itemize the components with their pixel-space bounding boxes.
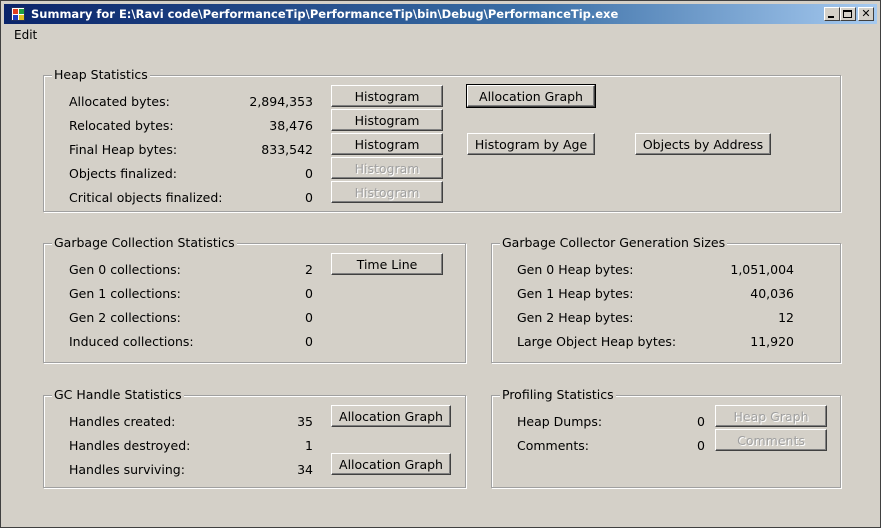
relocated-bytes-value: 38,476 [269,118,313,133]
gc-handle-statistics-title: GC Handle Statistics [52,387,184,402]
handles-surviving-value: 34 [297,462,313,477]
objects-by-address-button[interactable]: Objects by Address [635,133,771,155]
generation-sizes-title: Garbage Collector Generation Sizes [500,235,728,250]
induced-collections-value: 0 [305,334,313,349]
menu-edit[interactable]: Edit [14,28,37,42]
title-bar[interactable]: Summary for E:\Ravi code\PerformanceTip\… [4,4,877,24]
handles-surviving-allocation-graph-button[interactable]: Allocation Graph [331,453,451,475]
gen0-heap-bytes-value: 1,051,004 [730,262,794,277]
induced-collections-label: Induced collections: [69,334,194,349]
comments-label: Comments: [517,438,589,453]
allocated-bytes-value: 2,894,353 [249,94,313,109]
window-title: Summary for E:\Ravi code\PerformanceTip\… [31,7,619,21]
final-heap-histogram-button[interactable]: Histogram [331,133,443,155]
relocated-histogram-button[interactable]: Histogram [331,109,443,131]
gen1-heap-bytes-value: 40,036 [750,286,794,301]
gen2-heap-bytes-value: 12 [778,310,794,325]
maximize-icon [843,10,852,18]
gen1-collections-value: 0 [305,286,313,301]
large-object-heap-bytes-label: Large Object Heap bytes: [517,334,677,349]
final-heap-bytes-label: Final Heap bytes: [69,142,178,157]
comments-value: 0 [697,438,705,453]
handles-created-allocation-graph-button[interactable]: Allocation Graph [331,405,451,427]
finalized-histogram-button[interactable]: Histogram [331,157,443,179]
histogram-by-age-button[interactable]: Histogram by Age [467,133,595,155]
handles-surviving-label: Handles surviving: [69,462,185,477]
handles-destroyed-label: Handles destroyed: [69,438,191,453]
minimize-button[interactable] [824,7,840,21]
critical-objects-finalized-value: 0 [305,190,313,205]
objects-finalized-value: 0 [305,166,313,181]
heap-dumps-label: Heap Dumps: [517,414,603,429]
heap-dumps-value: 0 [697,414,705,429]
gc-statistics-title: Garbage Collection Statistics [52,235,237,250]
main-window: Summary for E:\Ravi code\PerformanceTip\… [0,0,881,528]
close-icon: ✕ [861,7,871,20]
allocated-bytes-label: Allocated bytes: [69,94,170,109]
time-line-button[interactable]: Time Line [331,253,443,275]
gen1-collections-label: Gen 1 collections: [69,286,181,301]
comments-button[interactable]: Comments [715,429,827,451]
app-icon [11,7,25,21]
gen1-heap-bytes-label: Gen 1 Heap bytes: [517,286,634,301]
handles-destroyed-value: 1 [305,438,313,453]
minimize-icon [828,16,834,18]
gen2-collections-value: 0 [305,310,313,325]
heap-allocation-graph-button[interactable]: Allocation Graph [466,84,596,108]
maximize-button[interactable] [840,7,856,21]
gen0-heap-bytes-label: Gen 0 Heap bytes: [517,262,634,277]
objects-finalized-label: Objects finalized: [69,166,177,181]
heap-statistics-title: Heap Statistics [52,67,150,82]
final-heap-bytes-value: 833,542 [261,142,313,157]
handles-created-value: 35 [297,414,313,429]
gen2-heap-bytes-label: Gen 2 Heap bytes: [517,310,634,325]
close-button[interactable]: ✕ [858,7,874,21]
large-object-heap-bytes-value: 11,920 [750,334,794,349]
heap-graph-button[interactable]: Heap Graph [715,405,827,427]
relocated-bytes-label: Relocated bytes: [69,118,174,133]
allocated-histogram-button[interactable]: Histogram [331,85,443,107]
critical-finalized-histogram-button[interactable]: Histogram [331,181,443,203]
gen0-collections-label: Gen 0 collections: [69,262,181,277]
profiling-statistics-title: Profiling Statistics [500,387,616,402]
gen2-collections-label: Gen 2 collections: [69,310,181,325]
gen0-collections-value: 2 [305,262,313,277]
critical-objects-finalized-label: Critical objects finalized: [69,190,223,205]
menu-bar: Edit [4,25,877,45]
handles-created-label: Handles created: [69,414,176,429]
